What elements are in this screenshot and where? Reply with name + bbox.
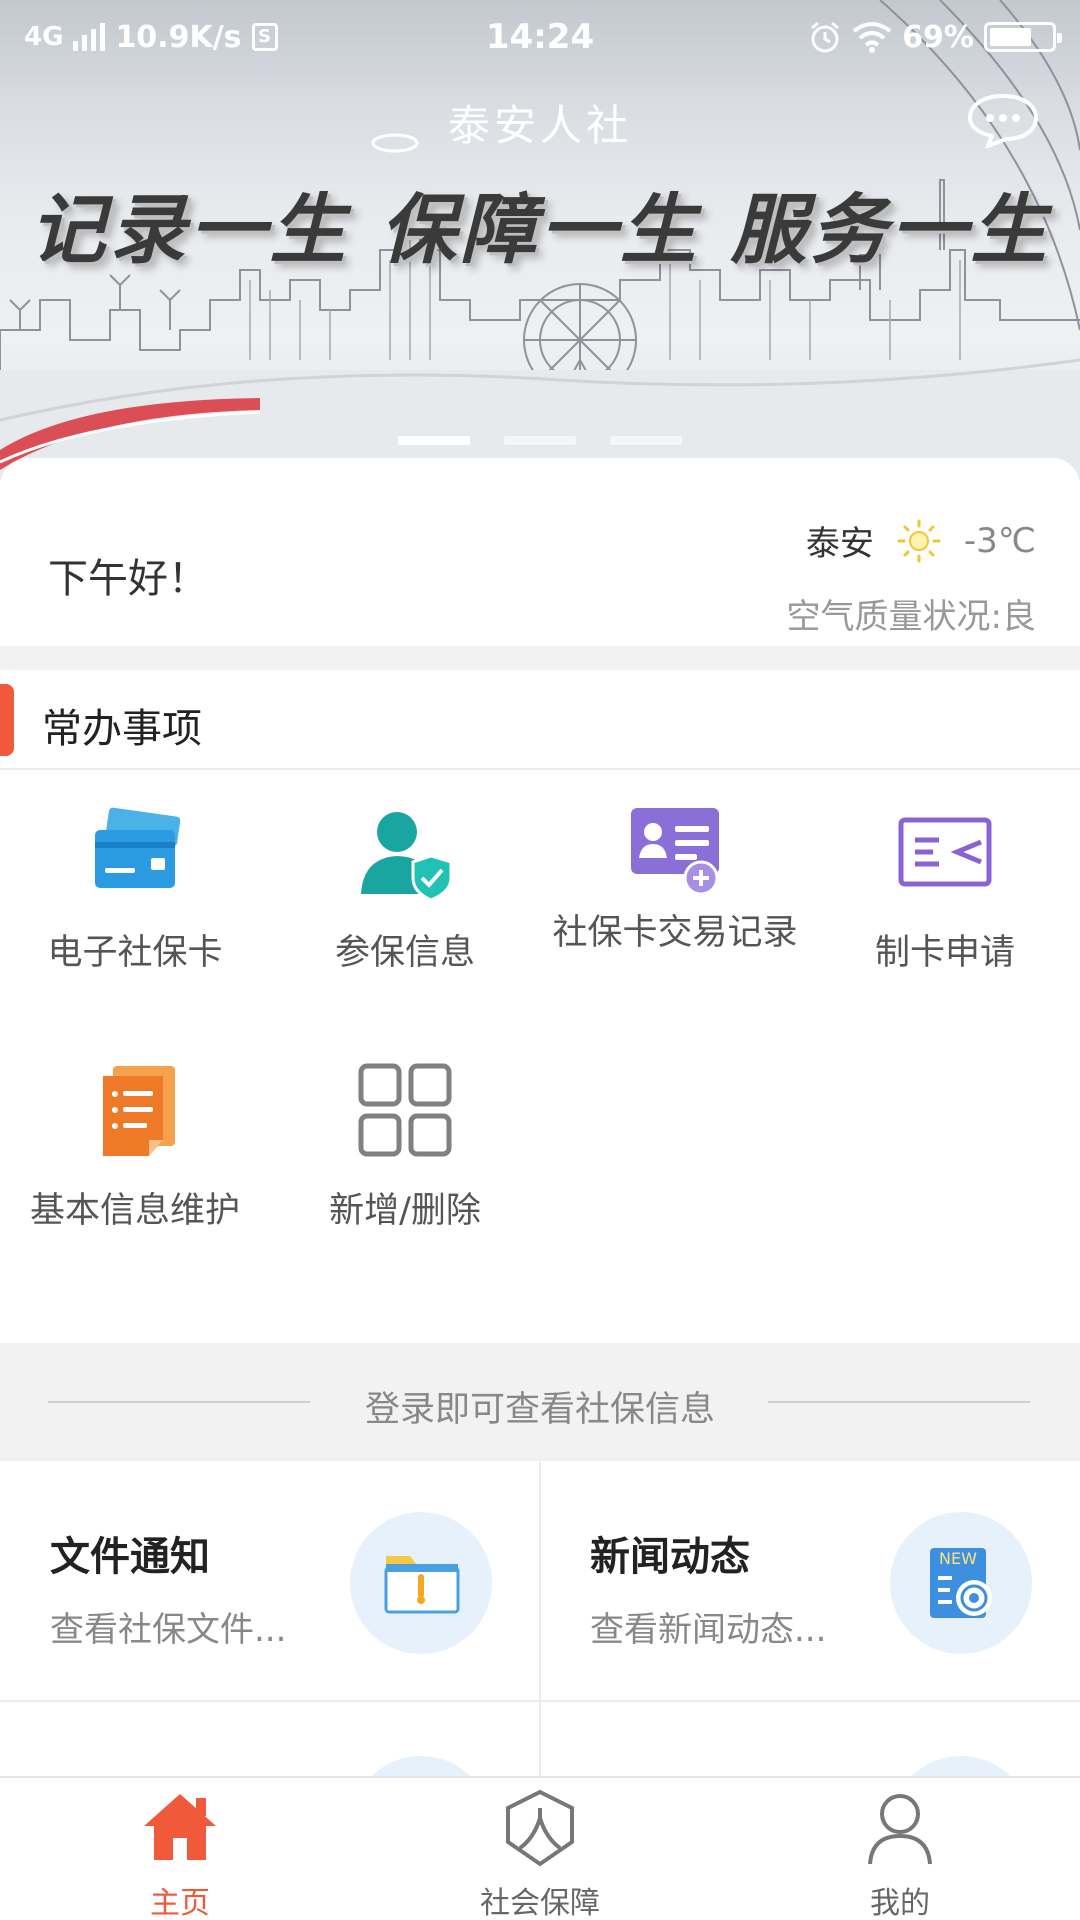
service-label: 参保信息 [334, 933, 475, 973]
card-icon-circle [350, 1512, 492, 1654]
card-news[interactable]: 新闻动态 查看新闻动态... NEW [540, 1462, 1080, 1700]
tab-label: 社会保障 [480, 1886, 600, 1920]
login-prompt-band[interactable]: 登录即可查看社保信息 [0, 1343, 1080, 1461]
carousel-indicator [0, 436, 1080, 445]
sun-icon [897, 519, 941, 562]
tab-mine[interactable]: 我的 [720, 1778, 1080, 1920]
service-label: 新增/删除 [329, 1191, 481, 1231]
service-label: 基本信息维护 [29, 1191, 240, 1231]
service-item-card-application[interactable]: 制卡申请 [810, 772, 1080, 1022]
news-icon: NEW [930, 1548, 992, 1618]
login-prompt[interactable]: 登录即可查看社保信息 [0, 1381, 1080, 1432]
service-label: 电子社保卡 [47, 933, 223, 973]
id-card-plus-icon [631, 808, 719, 896]
tab-social-security[interactable]: 社会保障 [360, 1778, 720, 1920]
chat-bubble-icon[interactable] [966, 92, 1040, 148]
social-security-icon [506, 1789, 574, 1867]
section-accent-bar [0, 684, 14, 756]
air-quality: 空气质量状况:良 [786, 597, 1036, 637]
battery-icon [984, 22, 1062, 52]
app-title: 泰安人社 [447, 101, 632, 150]
carousel-dot[interactable] [504, 436, 576, 445]
service-label: 制卡申请 [874, 933, 1015, 973]
banner[interactable]: 4G 10.9K/s S 14:24 69% 泰安人社 记录一生 保障一生 服务… [0, 0, 1080, 480]
info-cards: 文件通知 查看社保文件... 新闻动态 查看新闻动态... NEW [0, 1462, 1080, 1898]
grid-icon [358, 1063, 452, 1157]
clock: 14:24 [485, 17, 595, 57]
divider-line [768, 1401, 1030, 1403]
card-title: 新闻动态 [590, 1534, 750, 1580]
document-list-icon [103, 1066, 175, 1156]
weather-temperature: -3℃ [963, 520, 1036, 561]
weather-widget[interactable]: 泰安 -3℃ 空气质量状况:良 [787, 516, 1036, 638]
section-header: 常办事项 [0, 670, 1080, 770]
greeting-card: 下午好！ 泰安 -3℃ 空气质量状况:良 [0, 458, 1080, 646]
folder-icon [384, 1556, 460, 1614]
carousel-dot[interactable] [610, 436, 682, 445]
service-grid: 电子社保卡 参保信息 社保卡交易记录 制卡申请 基本信息维护 新增/删除 [0, 772, 1080, 1342]
service-item-transaction-record[interactable]: 社保卡交易记录 [540, 772, 810, 1022]
person-shield-icon [361, 812, 453, 902]
card-subtitle: 查看社保文件... [50, 1610, 287, 1650]
card-subtitle: 查看新闻动态... [590, 1610, 827, 1650]
card-title: 文件通知 [50, 1534, 210, 1580]
weather-city: 泰安 [805, 524, 874, 564]
bottom-tab-bar: 主页 社会保障 我的 [0, 1776, 1080, 1920]
news-badge: NEW [939, 1549, 977, 1568]
service-item-e-card[interactable]: 电子社保卡 [0, 772, 270, 1022]
card-icon [95, 807, 181, 888]
card-icon-circle: NEW [890, 1512, 1032, 1654]
tab-label: 主页 [150, 1886, 210, 1920]
home-icon [144, 1794, 216, 1860]
card-file-notice[interactable]: 文件通知 查看社保文件... [0, 1462, 540, 1700]
greeting-text: 下午好！ [48, 556, 208, 602]
banner-slogan: 记录一生 保障一生 服务一生 [29, 185, 1051, 274]
tab-label: 我的 [870, 1886, 930, 1920]
status-bar: 4G 10.9K/s S 14:24 69% [0, 0, 1080, 74]
service-item-insurance-info[interactable]: 参保信息 [270, 772, 540, 1022]
carousel-dot[interactable] [398, 436, 470, 445]
section-divider [0, 646, 1080, 670]
user-icon [868, 1794, 932, 1865]
card-apply-icon [898, 817, 992, 887]
section-title: 常办事项 [42, 706, 202, 752]
service-item-add-remove[interactable]: 新增/删除 [270, 1030, 540, 1280]
tab-home[interactable]: 主页 [0, 1778, 360, 1920]
service-item-basic-info[interactable]: 基本信息维护 [0, 1030, 270, 1280]
service-label: 社保卡交易记录 [552, 913, 798, 953]
